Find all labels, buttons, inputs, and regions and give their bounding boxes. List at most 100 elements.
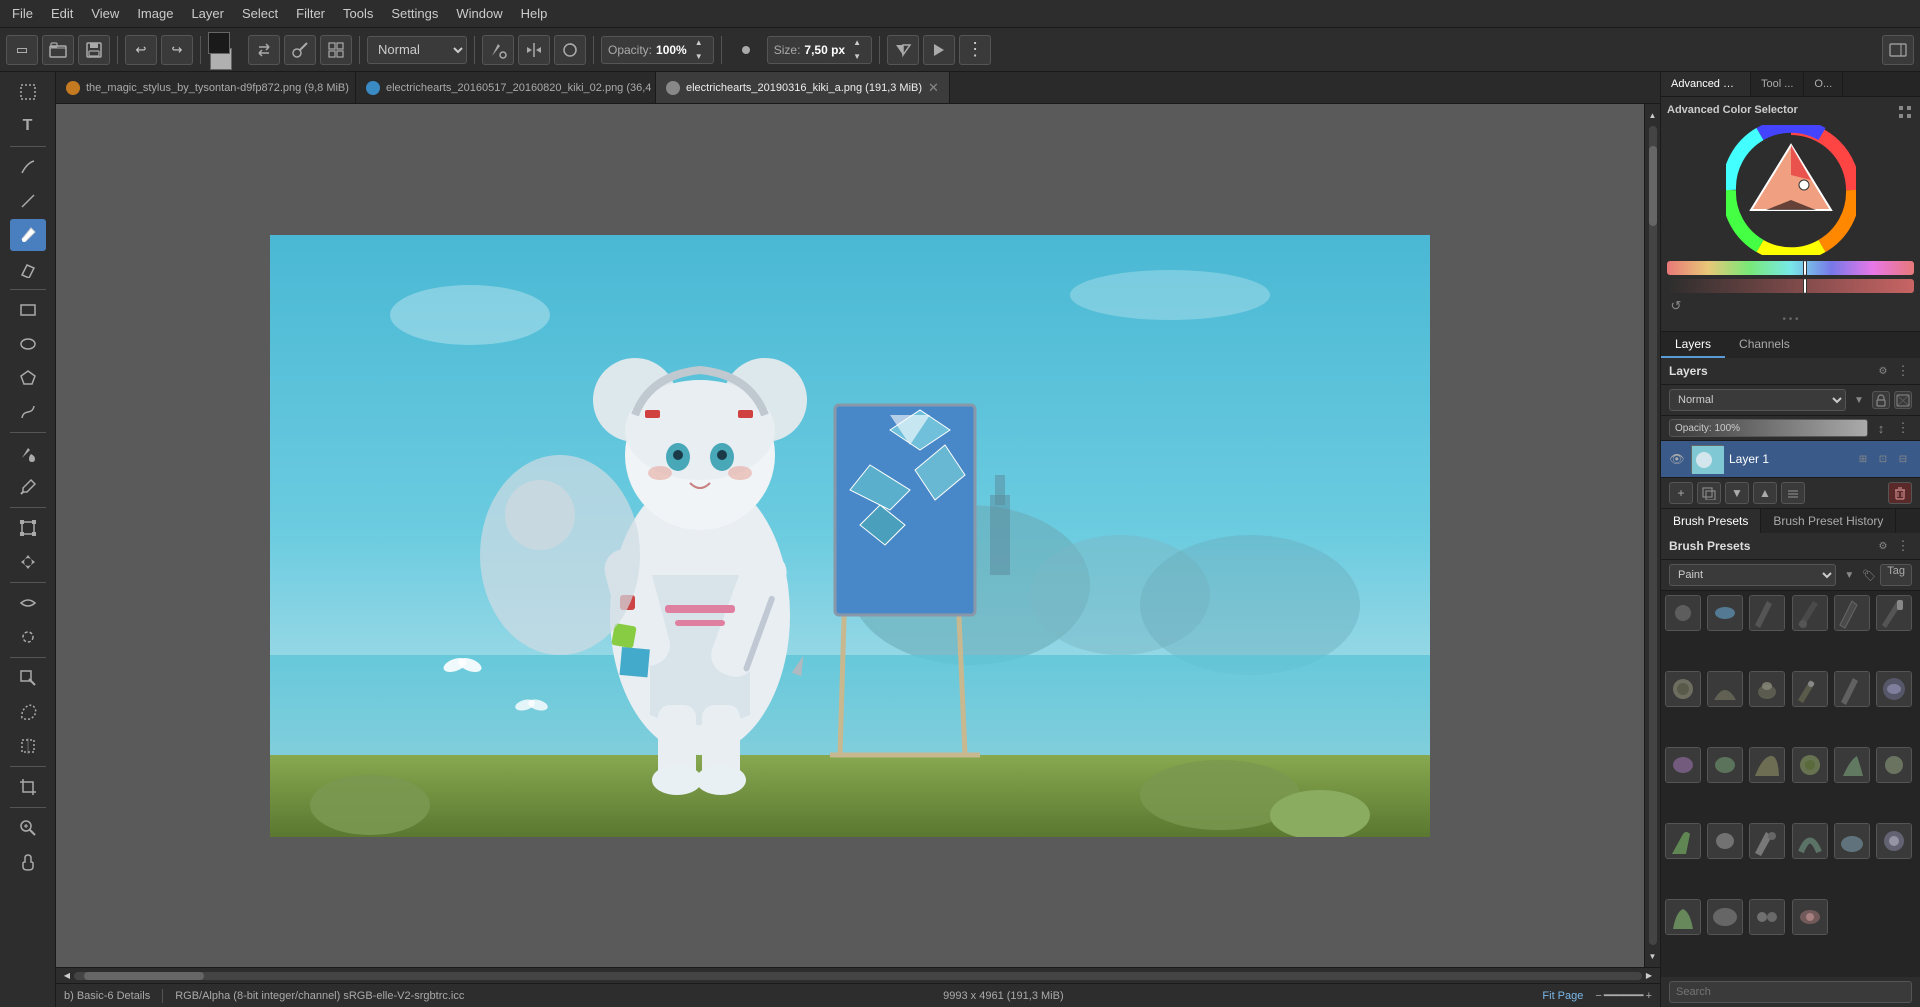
menu-view[interactable]: View — [83, 4, 127, 23]
menu-edit[interactable]: Edit — [43, 4, 81, 23]
save-file-button[interactable] — [78, 35, 110, 65]
tool-smart-patch[interactable] — [10, 621, 46, 653]
vscroll-track[interactable] — [1649, 126, 1657, 945]
move-layer-down-button[interactable]: ▼ — [1725, 482, 1749, 504]
brush-item-7[interactable] — [1665, 671, 1701, 707]
brush-item-14[interactable] — [1707, 747, 1743, 783]
brush-presets-tab[interactable]: Brush Presets — [1661, 509, 1761, 533]
brush-panel-settings-button[interactable]: ⚙ — [1874, 537, 1892, 555]
paint-bucket-button[interactable] — [482, 35, 514, 65]
brush-item-4[interactable] — [1792, 595, 1828, 631]
menu-settings[interactable]: Settings — [383, 4, 446, 23]
vertical-scrollbar[interactable]: ▲ ▼ — [1644, 104, 1660, 967]
tool-move[interactable] — [10, 546, 46, 578]
layer-opacity-bar[interactable]: Opacity: 100% — [1669, 419, 1868, 437]
zoom-minus-button[interactable]: − — [1595, 990, 1601, 1002]
tool-text[interactable]: T — [10, 110, 46, 142]
brush-item-6[interactable] — [1876, 595, 1912, 631]
brush-settings-button[interactable] — [284, 35, 316, 65]
horizontal-scrollbar[interactable]: ◀ ▶ — [56, 967, 1660, 983]
tool-zoom[interactable] — [10, 812, 46, 844]
tool-transform[interactable] — [10, 512, 46, 544]
brush-item-25[interactable] — [1665, 899, 1701, 935]
layer-lock-button[interactable] — [1872, 391, 1890, 409]
brush-item-18[interactable] — [1876, 747, 1912, 783]
brush-search-input[interactable] — [1669, 981, 1912, 1003]
move-layer-up-button[interactable]: ▲ — [1753, 482, 1777, 504]
hue-slider[interactable] — [1667, 261, 1914, 275]
layer-more-button[interactable]: ⋮ — [1894, 419, 1912, 437]
layer-action-2[interactable]: ⊡ — [1874, 450, 1892, 468]
brush-item-24[interactable] — [1876, 823, 1912, 859]
artwork-canvas[interactable]: TYSONTAN — [270, 235, 1430, 837]
menu-help[interactable]: Help — [513, 4, 556, 23]
color-wheel[interactable] — [1726, 125, 1856, 255]
brush-item-15[interactable] — [1749, 747, 1785, 783]
zoom-plus-button[interactable]: + — [1646, 990, 1652, 1002]
hscroll-right-button[interactable]: ▶ — [1642, 969, 1656, 983]
layer-opacity-expand[interactable]: ↕ — [1872, 419, 1890, 437]
menu-image[interactable]: Image — [129, 4, 181, 23]
brush-item-1[interactable] — [1665, 595, 1701, 631]
brush-filter-expand[interactable]: ▼ — [1840, 566, 1858, 584]
layer-action-1[interactable]: ⊞ — [1854, 450, 1872, 468]
tool-eyedropper[interactable] — [10, 471, 46, 503]
tool-ellipse[interactable] — [10, 328, 46, 360]
layer-options-button[interactable]: ⚙ — [1874, 362, 1892, 380]
scroll-up-button[interactable]: ▲ — [1646, 108, 1660, 122]
layer-settings-button[interactable]: ⋮ — [1894, 362, 1912, 380]
brush-item-16[interactable] — [1792, 747, 1828, 783]
undo-button[interactable]: ↩ — [125, 35, 157, 65]
brush-item-3[interactable] — [1749, 595, 1785, 631]
size-down-button[interactable]: ▼ — [849, 51, 865, 63]
hscroll-track[interactable] — [74, 972, 1642, 980]
tab-1[interactable]: the_magic_stylus_by_tysontan-d9fp872.png… — [56, 72, 356, 104]
swap-colors-button[interactable] — [248, 35, 280, 65]
tab-other[interactable]: O... — [1804, 72, 1843, 96]
hscroll-thumb[interactable] — [84, 972, 204, 980]
grid-button[interactable] — [320, 35, 352, 65]
brush-item-12[interactable] — [1876, 671, 1912, 707]
tab-advanced-color[interactable]: Advanced Color S... — [1661, 72, 1751, 96]
panel-more-options[interactable]: • • • — [1667, 315, 1914, 325]
menu-file[interactable]: File — [4, 4, 41, 23]
menu-window[interactable]: Window — [448, 4, 510, 23]
color-wheel-container[interactable] — [1667, 125, 1914, 255]
brush-item-21[interactable] — [1749, 823, 1785, 859]
tool-brush[interactable] — [10, 219, 46, 251]
brush-item-9[interactable] — [1749, 671, 1785, 707]
tool-freehand[interactable] — [10, 151, 46, 183]
scroll-down-button[interactable]: ▼ — [1646, 949, 1660, 963]
open-file-button[interactable] — [42, 35, 74, 65]
play-button[interactable] — [923, 35, 955, 65]
menu-select[interactable]: Select — [234, 4, 286, 23]
color-panel-settings-button[interactable] — [1896, 103, 1914, 121]
layer-properties-button[interactable] — [1781, 482, 1805, 504]
layers-tab-button[interactable]: Layers — [1661, 332, 1725, 358]
duplicate-layer-button[interactable] — [1697, 482, 1721, 504]
brush-item-8[interactable] — [1707, 671, 1743, 707]
tool-contiguous-select[interactable] — [10, 730, 46, 762]
layer-row-1[interactable]: 👁 Layer 1 ⊞ ⊡ ⊟ — [1661, 441, 1920, 477]
tool-pan[interactable] — [10, 846, 46, 878]
brush-item-5[interactable] — [1834, 595, 1870, 631]
tool-line[interactable] — [10, 185, 46, 217]
tool-select-rect[interactable] — [10, 76, 46, 108]
panels-toggle-button[interactable] — [1882, 35, 1914, 65]
tab-close-3[interactable]: ✕ — [928, 81, 939, 94]
tool-eraser[interactable] — [10, 253, 46, 285]
menu-tools[interactable]: Tools — [335, 4, 381, 23]
brush-panel-more-button[interactable]: ⋮ — [1894, 537, 1912, 555]
opacity-up-button[interactable]: ▲ — [691, 37, 707, 49]
new-document-button[interactable]: ▭ — [6, 35, 38, 65]
brush-item-26[interactable] — [1707, 899, 1743, 935]
layer-blend-select[interactable]: Normal — [1669, 389, 1846, 411]
tab-3[interactable]: electrichearts_20190316_kiki_a.png (191,… — [656, 72, 950, 104]
brush-item-23[interactable] — [1834, 823, 1870, 859]
hscroll-left-button[interactable]: ◀ — [60, 969, 74, 983]
tab-2[interactable]: electrichearts_20160517_20160820_kiki_02… — [356, 72, 656, 104]
brush-item-28[interactable] — [1792, 899, 1828, 935]
brush-item-13[interactable] — [1665, 747, 1701, 783]
brush-tag-button[interactable]: Tag — [1880, 564, 1912, 586]
blend-mode-select[interactable]: Normal — [367, 36, 467, 64]
